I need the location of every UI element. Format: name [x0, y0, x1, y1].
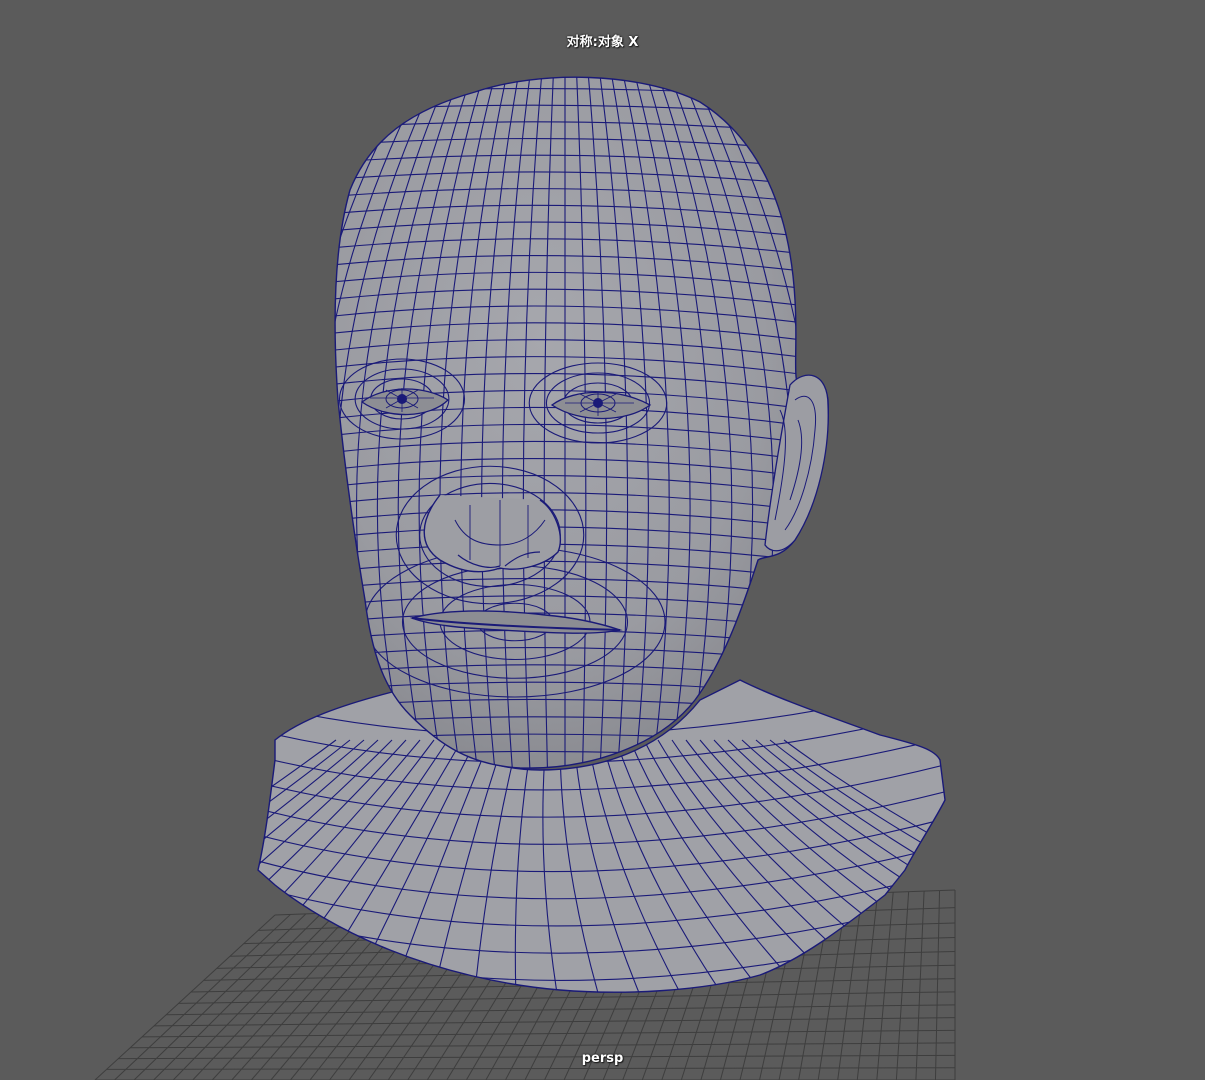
nose [423, 494, 561, 573]
head-mesh[interactable] [0, 0, 1205, 1080]
symmetry-status-label: 对称:对象 X [566, 35, 639, 50]
camera-name-label: persp [581, 1051, 624, 1066]
maya-perspective-viewport[interactable]: 对称:对象 X persp [0, 0, 1205, 1080]
